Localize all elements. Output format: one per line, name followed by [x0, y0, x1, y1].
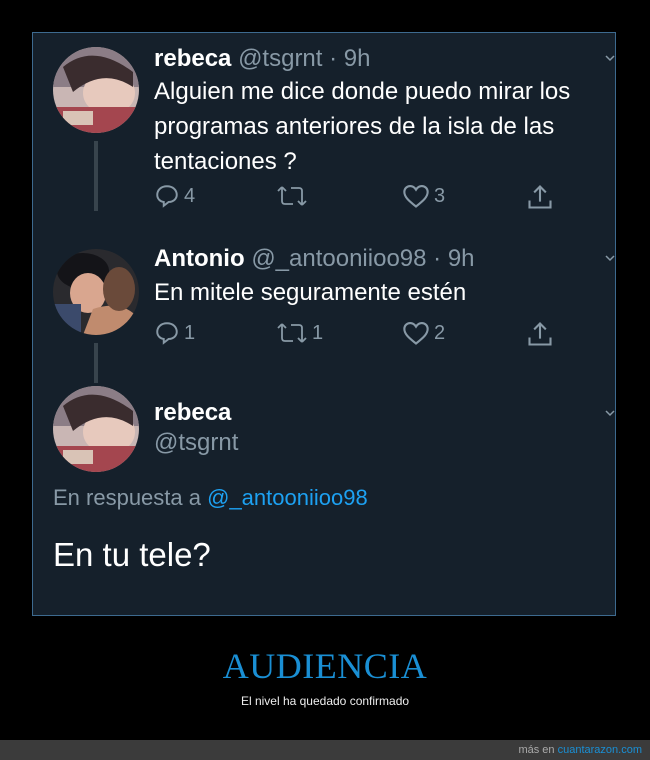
- handle[interactable]: @tsgrnt: [154, 429, 238, 456]
- like-icon: [403, 322, 429, 345]
- retweet-button[interactable]: [276, 183, 312, 209]
- tweet-2[interactable]: Antonio @_antooniioo98 · 9h En mitele se…: [33, 233, 615, 383]
- reply-button[interactable]: 4: [154, 183, 195, 209]
- reply-prefix: En respuesta a: [53, 485, 201, 510]
- reply-icon: [156, 185, 178, 208]
- reply-context: En respuesta a @_antooniioo98: [53, 485, 368, 511]
- tweet-header: Antonio @_antooniioo98 · 9h: [154, 245, 475, 273]
- avatar-rebeca[interactable]: [53, 386, 139, 472]
- like-button[interactable]: 2: [402, 320, 445, 346]
- reply-count: 1: [184, 321, 196, 344]
- chevron-down-icon[interactable]: [605, 53, 615, 63]
- reply-icon: [156, 322, 178, 345]
- reply-count: 4: [184, 184, 196, 207]
- focused-display-name: rebeca: [154, 399, 231, 427]
- display-name[interactable]: rebeca: [154, 399, 231, 426]
- avatar-rebeca[interactable]: [53, 47, 139, 133]
- tweet-1[interactable]: rebeca @tsgrnt · 9h Alguien me dice dond…: [33, 33, 615, 233]
- like-count: 2: [434, 321, 446, 344]
- retweet-icon: [277, 323, 307, 343]
- focused-handle-row: @tsgrnt: [154, 429, 238, 457]
- tweet-header: rebeca @tsgrnt · 9h: [154, 45, 370, 73]
- caption-subtitle: El nivel ha quedado confirmado: [240, 694, 410, 708]
- thread-line: [94, 141, 98, 211]
- reply-button[interactable]: 1: [154, 320, 195, 346]
- retweet-button[interactable]: 1: [276, 320, 323, 346]
- tweet-actions: 1 1 2: [154, 320, 574, 350]
- handle[interactable]: @tsgrnt: [238, 45, 322, 72]
- like-count: 3: [434, 184, 446, 207]
- footer-bar: más en cuantarazon.com: [0, 740, 650, 760]
- tweet-text: Alguien me dice donde puedo mirar los pr…: [154, 78, 571, 175]
- retweet-count: 1: [312, 321, 324, 344]
- share-button[interactable]: [526, 320, 554, 348]
- share-button[interactable]: [526, 183, 554, 211]
- like-icon: [403, 185, 429, 208]
- focused-tweet[interactable]: rebeca @tsgrnt En respuesta a @_antoonii…: [33, 373, 615, 615]
- footer-site-link[interactable]: cuantarazon.com: [558, 744, 642, 756]
- like-button[interactable]: 3: [402, 183, 445, 209]
- chevron-down-icon[interactable]: [605, 253, 615, 263]
- share-icon: [528, 322, 552, 346]
- focused-tweet-text: En tu tele?: [53, 536, 211, 573]
- handle[interactable]: @_antooniioo98: [251, 245, 426, 272]
- tweet-thread-screenshot: rebeca @tsgrnt · 9h Alguien me dice dond…: [32, 32, 616, 616]
- chevron-down-icon[interactable]: [605, 408, 615, 418]
- timestamp[interactable]: · 9h: [329, 45, 370, 72]
- avatar-antonio[interactable]: [53, 249, 139, 335]
- retweet-icon: [277, 186, 307, 206]
- tweet-actions: 4 3: [154, 183, 574, 213]
- tweet-text: En mitele seguramente estén: [154, 279, 467, 306]
- share-icon: [528, 185, 552, 209]
- display-name[interactable]: rebeca: [154, 45, 231, 72]
- footer-prefix: más en: [518, 744, 555, 756]
- display-name[interactable]: Antonio: [154, 245, 245, 272]
- timestamp[interactable]: · 9h: [433, 245, 474, 272]
- caption-title: AUDIENCIA: [222, 646, 428, 686]
- reply-mention-link[interactable]: @_antooniioo98: [207, 485, 368, 510]
